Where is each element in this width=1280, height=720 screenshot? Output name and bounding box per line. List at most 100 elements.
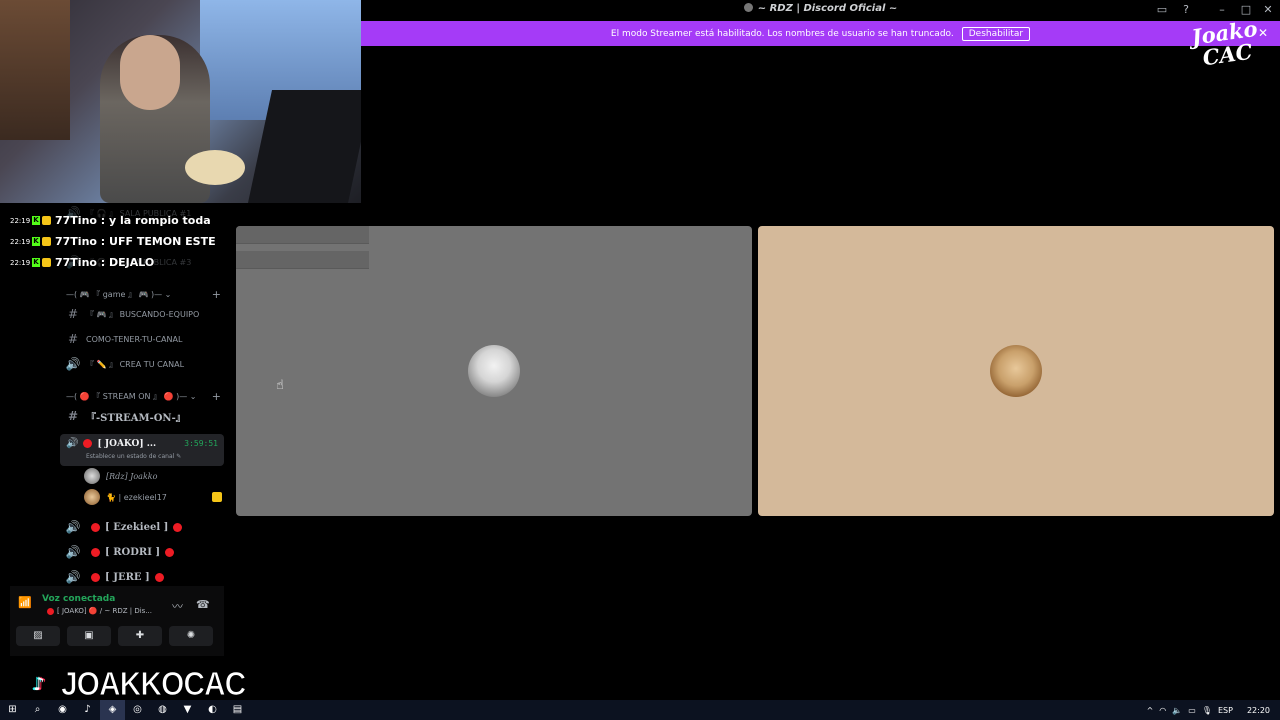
wifi-icon[interactable]: ◠ (1159, 706, 1166, 715)
speaker-icon: 🔊 (65, 357, 81, 371)
voice-channel-ezekieel[interactable]: 🔊 [ Ezekieel ] (64, 517, 224, 537)
disable-streamer-button[interactable]: Deshabilitar (961, 26, 1031, 41)
voice-connection-panel: 📶 Voz conectada [ JOAKO] 🔴 / ~ RDZ | Dis… (10, 586, 224, 656)
kick-badge-icon: K (32, 237, 40, 246)
speaker-icon: 🔊 (65, 545, 81, 559)
pencil-icon: ✎ (176, 453, 182, 460)
crown-badge-icon (42, 237, 51, 246)
streamer-mode-banner: El modo Streamer está habilitado. Los no… (361, 21, 1280, 46)
signal-icon[interactable]: 📶 (18, 596, 32, 609)
disconnect-icon[interactable]: ☎ (196, 598, 210, 611)
clock[interactable]: 22:20 (1247, 706, 1270, 715)
active-voice-channel[interactable]: 🔊 [ JOAKO] ... 3:59:51 Establece un esta… (60, 434, 224, 466)
tiktok-watermark: ♪ JOAKKOCAC (25, 666, 247, 703)
video-tile-left[interactable] (236, 226, 752, 516)
channel-status-prompt[interactable]: Establece un estado de canal ✎ (86, 453, 181, 460)
voice-status[interactable]: Voz conectada (42, 594, 115, 604)
help-icon[interactable]: ? (1178, 3, 1194, 17)
webcam-shelf (0, 0, 70, 140)
avatar (84, 489, 100, 505)
noise-suppression-icon[interactable]: 〰 (172, 598, 183, 614)
voice-timer: 3:59:51 (184, 439, 218, 448)
banner-text: El modo Streamer está habilitado. Los no… (610, 28, 954, 39)
microphone-icon[interactable]: 🎙 (1202, 706, 1212, 715)
speaker-icon: 🔊 (65, 570, 81, 584)
speaker-icon: 🔊 (65, 520, 81, 534)
live-dot (47, 607, 54, 615)
window-title: ~ RDZ | Discord Oficial ~ (361, 3, 1280, 14)
windows-start-icon[interactable]: ⊞ (0, 700, 25, 720)
live-dot (154, 572, 164, 582)
add-channel-icon[interactable]: + (212, 288, 221, 301)
chrome-icon[interactable]: ◐ (200, 700, 225, 720)
mouse-cursor-icon: ☝ (276, 378, 284, 393)
obs-icon[interactable]: ◍ (150, 700, 175, 720)
live-dot (91, 547, 100, 557)
camera-off-button[interactable]: ▨ (16, 626, 60, 646)
keyboard-language[interactable]: ESP (1218, 706, 1233, 715)
discord-icon[interactable]: ◈ (100, 700, 125, 720)
avatar (468, 345, 520, 397)
activities-button[interactable]: ✚ (118, 626, 162, 646)
system-tray: ^ ◠ 🔈 ▭ 🎙 ESP 22:20 (1141, 700, 1270, 720)
chat-message: 22:19 K 77Tino : y la rompio toda (10, 214, 211, 227)
voice-channel-name[interactable]: [ JOAKO] 🔴 / ~ RDZ | Dis... (44, 607, 152, 615)
brave-icon[interactable]: ▼ (175, 700, 200, 720)
channel-crea-tu-canal[interactable]: 🔊 『 ✏️ 』 CREA TU CANAL (64, 354, 224, 374)
folder-icon[interactable]: ▤ (225, 700, 250, 720)
live-dot (173, 522, 183, 532)
tile-overlay-bar (236, 251, 369, 269)
kick-badge-icon: K (32, 216, 40, 225)
soundboard-button[interactable]: ✺ (169, 626, 213, 646)
search-icon[interactable]: ⌕ (25, 700, 50, 720)
brand-logo: Joako CAC (1189, 15, 1259, 71)
live-dot (165, 547, 175, 557)
tile-overlay-bar (236, 226, 369, 244)
kick-badge-icon: K (32, 258, 40, 267)
webcam-plate (185, 150, 245, 185)
channel-como-tener-tu-canal[interactable]: # COMO-TENER-TU-CANAL (64, 329, 224, 349)
crown-badge-icon (42, 216, 51, 225)
display-icon[interactable]: ▭ (1188, 706, 1196, 715)
whatsapp-icon[interactable]: ◉ (50, 700, 75, 720)
streaming-icon (212, 492, 222, 502)
minimize-button[interactable]: – (1214, 3, 1230, 17)
live-dot (91, 522, 100, 532)
chevron-up-icon[interactable]: ^ (1147, 706, 1154, 715)
volume-icon[interactable]: 🔈 (1172, 706, 1182, 715)
inbox-icon[interactable]: ▭ (1154, 3, 1170, 17)
stream-chat-overlay: 22:19 K 77Tino : y la rompio toda 22:19 … (10, 210, 230, 273)
category-stream-on[interactable]: —( 🔴 『 STREAM ON 』 🔴 )— ⌄ + (66, 389, 221, 403)
voice-channel-rodri[interactable]: 🔊 [ RODRI ] (64, 542, 224, 562)
maximize-button[interactable]: □ (1238, 3, 1254, 17)
channel-buscando-equipo[interactable]: # 『 🎮 』 BUSCANDO-EQUIPO (64, 304, 224, 324)
voice-member[interactable]: 🐈 | ezekieel17 (84, 487, 224, 507)
tiktok-app-icon[interactable]: ♪ (75, 700, 100, 720)
live-dot (83, 439, 93, 448)
text-channel-icon: # (67, 307, 79, 321)
chat-message: 22:19 K 77Tino : UFF TEMON ESTE (10, 235, 216, 248)
tiktok-icon: ♪ (25, 671, 53, 699)
avatar (990, 345, 1042, 397)
crown-badge-icon (42, 258, 51, 267)
voice-member[interactable]: [Rdz] Joakko (84, 466, 224, 486)
webcam-head (120, 35, 180, 110)
text-channel-icon: # (67, 409, 79, 423)
category-game[interactable]: —( 🎮 『 game 』 🎮 )— ⌄ + (66, 287, 221, 301)
speaker-icon: 🔊 (66, 438, 79, 449)
taskbar: ⊞ ⌕ ◉ ♪ ◈ ◎ ◍ ▼ ◐ ▤ ^ ◠ 🔈 ▭ 🎙 ESP 22:20 (0, 700, 1280, 720)
screen: ~ RDZ | Discord Oficial ~ ▭ ? – □ ✕ El m… (0, 0, 1280, 720)
channel-stream-on[interactable]: # 『-STREAM-ON-』 (64, 406, 224, 426)
steam-icon[interactable]: ◎ (125, 700, 150, 720)
active-voice-row: 🔊 [ JOAKO] ... (66, 438, 157, 449)
title-bar: ~ RDZ | Discord Oficial ~ ▭ ? – □ ✕ (361, 0, 1280, 21)
live-dot (91, 572, 100, 582)
close-window-button[interactable]: ✕ (1260, 3, 1276, 17)
voice-channel-jere[interactable]: 🔊 [ JERE ] (64, 567, 224, 587)
screen-share-button[interactable]: ▣ (67, 626, 111, 646)
add-channel-icon[interactable]: + (212, 390, 221, 403)
webcam-overlay (0, 0, 361, 203)
avatar (84, 468, 100, 484)
video-tile-right[interactable] (758, 226, 1274, 516)
server-icon (743, 3, 753, 12)
